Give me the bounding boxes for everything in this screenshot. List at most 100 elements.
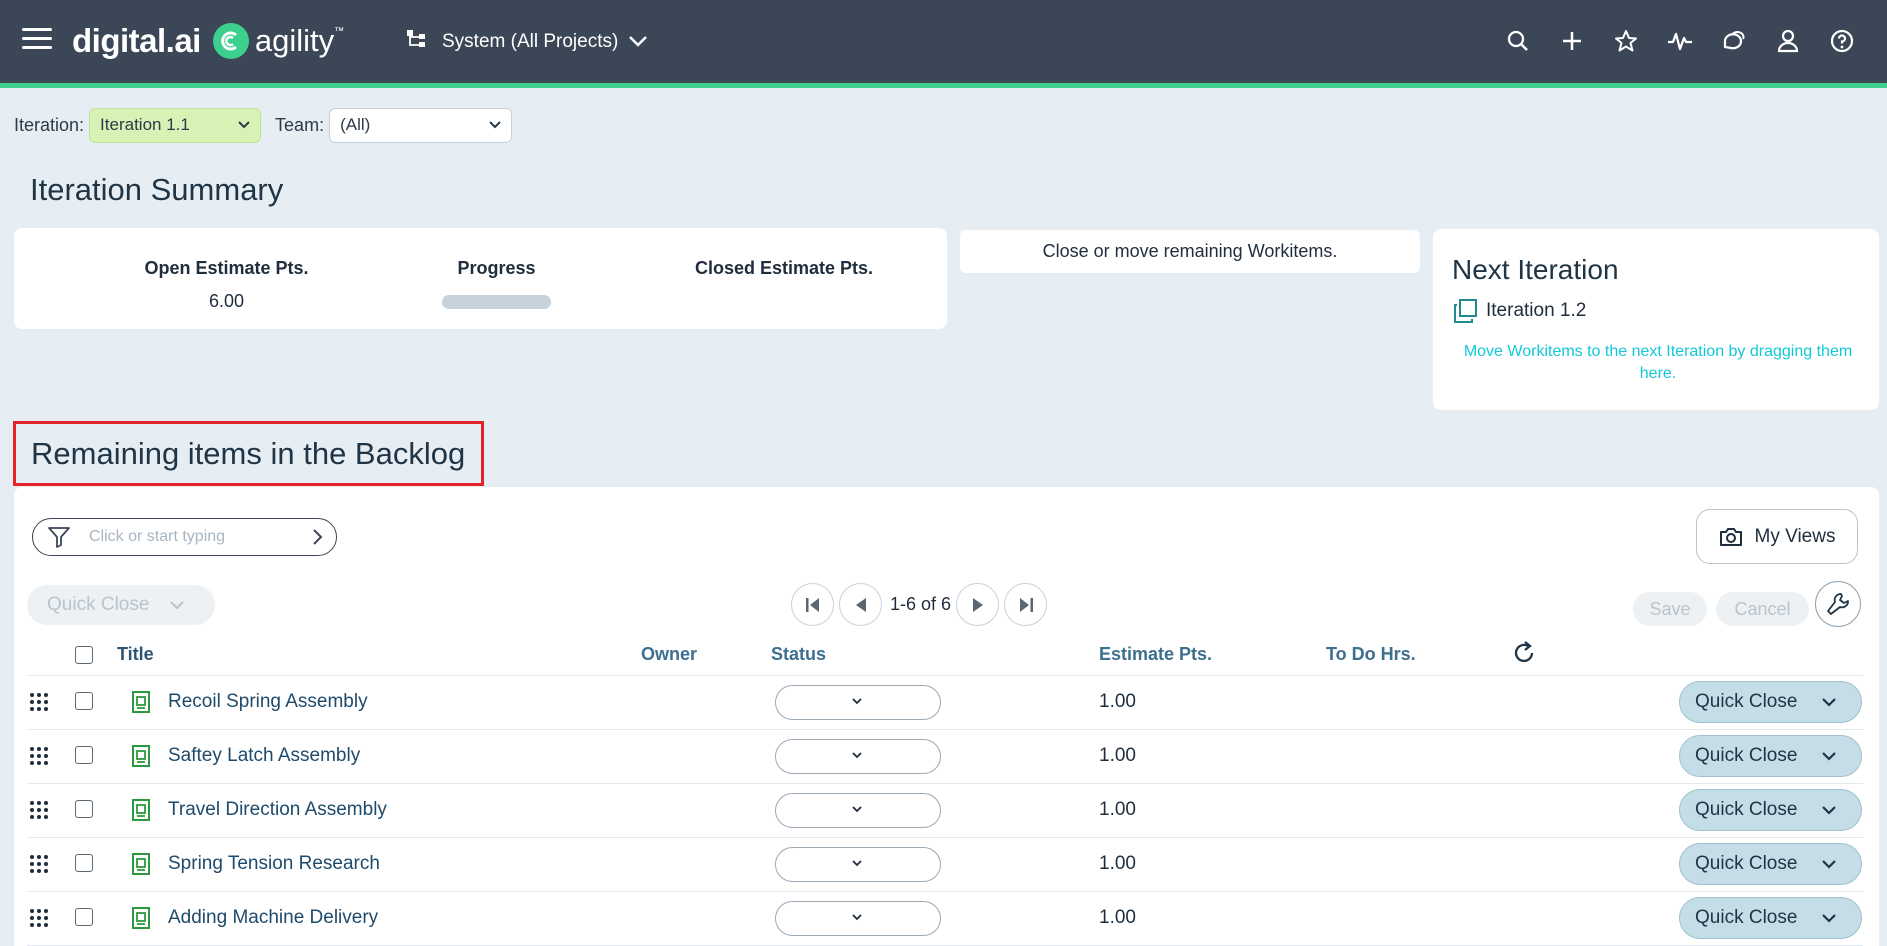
top-navigation-bar: digital.ai agility ™ System (All Project… <box>0 0 1887 83</box>
refresh-icon[interactable] <box>1511 640 1537 671</box>
bulk-quick-close-button[interactable]: Quick Close <box>27 585 215 625</box>
my-views-button[interactable]: My Views <box>1696 509 1858 564</box>
iteration-team-filters: Iteration: Iteration 1.1 Team: (All) <box>14 107 513 143</box>
project-tree-icon <box>406 29 428 55</box>
row-status-select[interactable] <box>775 901 941 936</box>
project-scope-label: System (All Projects) <box>442 31 619 52</box>
team-select[interactable]: (All) <box>329 107 513 143</box>
column-header-estimate[interactable]: Estimate Pts. <box>1099 644 1212 665</box>
row-title-link[interactable]: Saftey Latch Assembly <box>168 745 360 767</box>
backlog-row: Spring Tension Research 1.00 Quick Close <box>27 838 1863 892</box>
camera-icon <box>1719 527 1742 546</box>
chevron-down-icon <box>852 698 862 705</box>
drag-handle-icon[interactable] <box>29 800 49 825</box>
select-all-checkbox[interactable] <box>75 646 93 664</box>
brand-primary: digital.ai <box>72 22 201 59</box>
next-iteration-link[interactable]: Iteration 1.2 <box>1452 298 1586 324</box>
row-quick-close-label: Quick Close <box>1695 907 1798 928</box>
row-status-select[interactable] <box>775 793 941 828</box>
row-status-select[interactable] <box>775 739 941 774</box>
pagination: 1-6 of 6 <box>791 582 1052 627</box>
column-header-todo[interactable]: To Do Hrs. <box>1326 644 1416 665</box>
row-quick-close-button[interactable]: Quick Close <box>1679 843 1862 885</box>
star-icon[interactable] <box>1611 26 1641 56</box>
chevron-down-icon <box>852 914 862 921</box>
drag-handle-icon[interactable] <box>29 692 49 717</box>
row-quick-close-button[interactable]: Quick Close <box>1679 789 1862 831</box>
filter-icon <box>48 527 70 548</box>
drag-handle-icon[interactable] <box>29 746 49 771</box>
chevron-down-icon[interactable] <box>1821 697 1837 707</box>
row-title-link[interactable]: Adding Machine Delivery <box>168 907 378 929</box>
cancel-button[interactable]: Cancel <box>1716 592 1809 626</box>
activity-icon[interactable] <box>1665 26 1695 56</box>
hamburger-menu-icon[interactable] <box>22 28 52 54</box>
row-title-link[interactable]: Travel Direction Assembly <box>168 799 387 821</box>
next-iteration-card: Next Iteration Iteration 1.2 Move Workit… <box>1433 229 1879 410</box>
row-quick-close-button[interactable]: Quick Close <box>1679 735 1862 777</box>
story-icon <box>131 852 151 881</box>
pager-count: 1-6 of 6 <box>890 594 952 614</box>
chevron-down-icon <box>852 806 862 813</box>
previous-page-icon[interactable] <box>839 583 882 626</box>
row-quick-close-button[interactable]: Quick Close <box>1679 681 1862 723</box>
row-status-select[interactable] <box>775 685 941 720</box>
row-status-select[interactable] <box>775 847 941 882</box>
last-page-icon[interactable] <box>1004 583 1048 626</box>
backlog-filter-input[interactable]: Click or start typing <box>32 518 337 556</box>
backlog-row: Saftey Latch Assembly 1.00 Quick Close <box>27 730 1863 784</box>
column-header-owner[interactable]: Owner <box>641 644 697 665</box>
story-icon <box>131 798 151 827</box>
closed-estimate-column: Closed Estimate Pts. <box>654 258 914 291</box>
next-iteration-title: Next Iteration <box>1452 254 1619 285</box>
chevron-right-icon[interactable] <box>312 528 324 546</box>
next-iteration-name: Iteration 1.2 <box>1486 300 1587 321</box>
row-checkbox[interactable] <box>75 854 93 872</box>
iteration-select[interactable]: Iteration 1.1 <box>89 107 262 143</box>
row-checkbox[interactable] <box>75 692 93 710</box>
backlog-row: Recoil Spring Assembly 1.00 Quick Close <box>27 676 1863 730</box>
next-iteration-drop-hint: Move Workitems to the next Iteration by … <box>1463 343 1853 382</box>
first-page-icon[interactable] <box>791 583 834 626</box>
brand-logo[interactable]: digital.ai agility ™ <box>72 18 344 64</box>
chevron-down-icon[interactable] <box>1821 805 1837 815</box>
open-estimate-column: Open Estimate Pts. 6.00 <box>94 258 359 312</box>
grid-settings-wrench-icon[interactable] <box>1815 581 1861 627</box>
row-checkbox[interactable] <box>75 746 93 764</box>
row-checkbox[interactable] <box>75 800 93 818</box>
row-quick-close-label: Quick Close <box>1695 799 1798 820</box>
row-title-link[interactable]: Spring Tension Research <box>168 853 380 875</box>
agility-logo-icon <box>212 23 249 59</box>
chevron-down-icon <box>238 121 250 129</box>
column-header-title[interactable]: Title <box>117 644 154 665</box>
row-checkbox[interactable] <box>75 908 93 926</box>
drag-handle-icon[interactable] <box>29 908 49 933</box>
next-page-icon[interactable] <box>956 583 1000 626</box>
search-icon[interactable] <box>1503 26 1533 56</box>
iteration-select-value: Iteration 1.1 <box>100 115 190 134</box>
conversations-icon[interactable] <box>1719 26 1749 56</box>
brand-product: agility <box>254 23 335 58</box>
column-header-status[interactable]: Status <box>771 644 826 665</box>
row-quick-close-label: Quick Close <box>1695 853 1798 874</box>
row-quick-close-button[interactable]: Quick Close <box>1679 897 1862 939</box>
drag-handle-icon[interactable] <box>29 854 49 879</box>
topbar-accent-line <box>0 83 1887 88</box>
row-estimate: 1.00 <box>1099 853 1136 874</box>
backlog-row: Adding Machine Delivery 1.00 Quick Close <box>27 892 1863 946</box>
user-icon[interactable] <box>1773 26 1803 56</box>
team-select-value: (All) <box>340 115 371 134</box>
progress-column: Progress <box>394 258 599 309</box>
chevron-down-icon[interactable] <box>1821 751 1837 761</box>
chevron-down-icon[interactable] <box>1821 859 1837 869</box>
bulk-quick-close-label: Quick Close <box>47 594 150 615</box>
chevron-down-icon[interactable] <box>1821 913 1837 923</box>
row-title-link[interactable]: Recoil Spring Assembly <box>168 691 368 713</box>
closed-estimate-label: Closed Estimate Pts. <box>694 258 874 278</box>
project-scope-selector[interactable]: System (All Projects) <box>406 26 648 58</box>
help-icon[interactable] <box>1827 26 1857 56</box>
backlog-heading-highlight: Remaining items in the Backlog <box>13 421 484 486</box>
save-button[interactable]: Save <box>1633 592 1707 626</box>
add-icon[interactable] <box>1557 26 1587 56</box>
story-icon <box>131 744 151 773</box>
